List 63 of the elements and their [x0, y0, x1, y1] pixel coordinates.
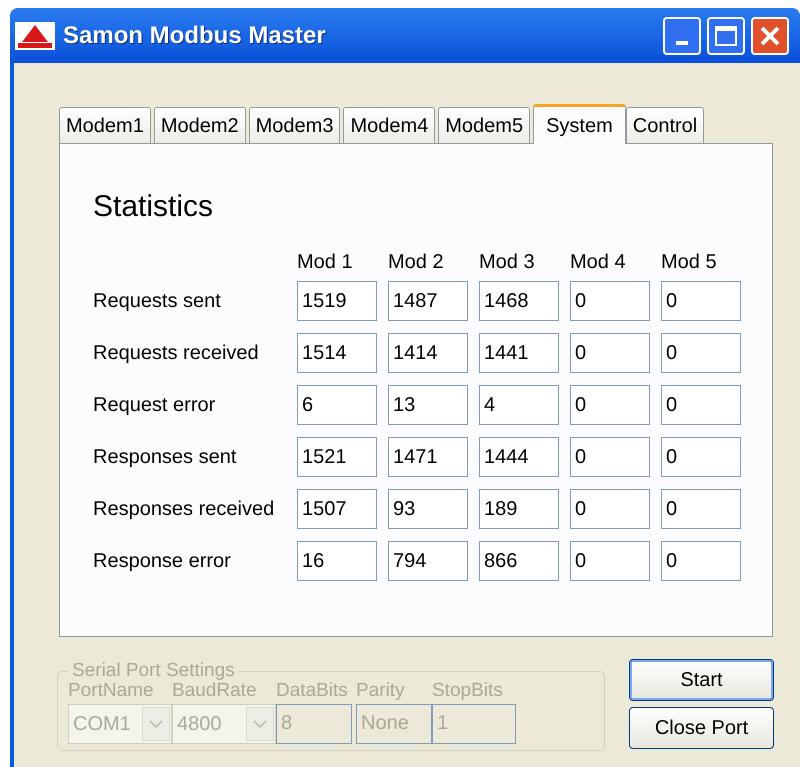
- row-label: Requests received: [93, 341, 260, 366]
- window-title: Samon Modbus Master: [63, 20, 326, 50]
- value-field[interactable]: 16: [297, 541, 377, 581]
- value-field[interactable]: 1414: [388, 333, 468, 373]
- value-field[interactable]: 4: [479, 385, 559, 425]
- row-label: Response error: [93, 549, 232, 574]
- value-field[interactable]: 1471: [388, 437, 468, 477]
- value-field[interactable]: 0: [661, 281, 741, 321]
- app-logo-icon: [15, 22, 55, 50]
- value-field[interactable]: 0: [570, 281, 650, 321]
- value-field[interactable]: 0: [661, 385, 741, 425]
- value-field[interactable]: 0: [570, 333, 650, 373]
- close-button[interactable]: [751, 16, 789, 54]
- row-label: Responses sent: [93, 445, 238, 470]
- value-field[interactable]: 0: [570, 385, 650, 425]
- value-field[interactable]: 0: [661, 333, 741, 373]
- field-label: StopBits: [432, 678, 504, 702]
- value-field[interactable]: 1514: [297, 333, 377, 373]
- row-label: Requests sent: [93, 289, 222, 314]
- value-field[interactable]: 0: [661, 541, 741, 581]
- value-field[interactable]: 1507: [297, 489, 377, 529]
- action-button[interactable]: Close Port: [629, 707, 774, 749]
- field-label: DataBits: [276, 678, 349, 702]
- value-field[interactable]: 1521: [297, 437, 377, 477]
- tab[interactable]: Control: [626, 107, 704, 143]
- value-field[interactable]: 1519: [297, 281, 377, 321]
- column-header: Mod 3: [479, 250, 536, 275]
- value-field[interactable]: 6: [297, 385, 377, 425]
- tab[interactable]: Modem2: [154, 107, 246, 143]
- value-field[interactable]: 0: [661, 437, 741, 477]
- value-field[interactable]: 0: [570, 541, 650, 581]
- column-header: Mod 1: [297, 250, 354, 275]
- tab[interactable]: Modem1: [59, 107, 151, 143]
- action-button[interactable]: Start: [629, 659, 774, 701]
- tab[interactable]: System: [533, 104, 626, 144]
- value-field[interactable]: 0: [570, 489, 650, 529]
- value-field[interactable]: 189: [479, 489, 559, 529]
- field-label: BaudRate: [172, 680, 258, 702]
- minimize-button[interactable]: [663, 16, 701, 54]
- close-icon: [759, 24, 781, 46]
- tab[interactable]: Modem3: [248, 107, 340, 143]
- column-header: Mod 2: [388, 250, 445, 275]
- chevron-down-icon: [246, 706, 274, 740]
- value-field[interactable]: 0: [570, 437, 650, 477]
- value-field[interactable]: 866: [479, 541, 559, 581]
- tab[interactable]: Modem4: [343, 107, 436, 143]
- row-label: Responses received: [93, 497, 276, 522]
- column-header: Mod 4: [570, 250, 627, 275]
- maximize-button[interactable]: [707, 16, 745, 54]
- value-field[interactable]: 1441: [479, 333, 559, 373]
- value-field[interactable]: 1487: [388, 281, 468, 321]
- value-field[interactable]: 93: [388, 489, 468, 529]
- value-field[interactable]: 1468: [479, 281, 559, 321]
- column-header: Mod 5: [661, 250, 718, 275]
- value-field[interactable]: 0: [661, 489, 741, 529]
- chevron-down-icon: [142, 706, 170, 740]
- value-field[interactable]: 794: [388, 541, 468, 581]
- field-label: Parity: [356, 678, 406, 702]
- tab[interactable]: Modem5: [438, 107, 530, 143]
- row-label: Request error: [93, 393, 216, 418]
- value-field[interactable]: 13: [388, 385, 468, 425]
- value-field[interactable]: 1444: [479, 437, 559, 477]
- statistics-heading: Statistics: [93, 189, 214, 225]
